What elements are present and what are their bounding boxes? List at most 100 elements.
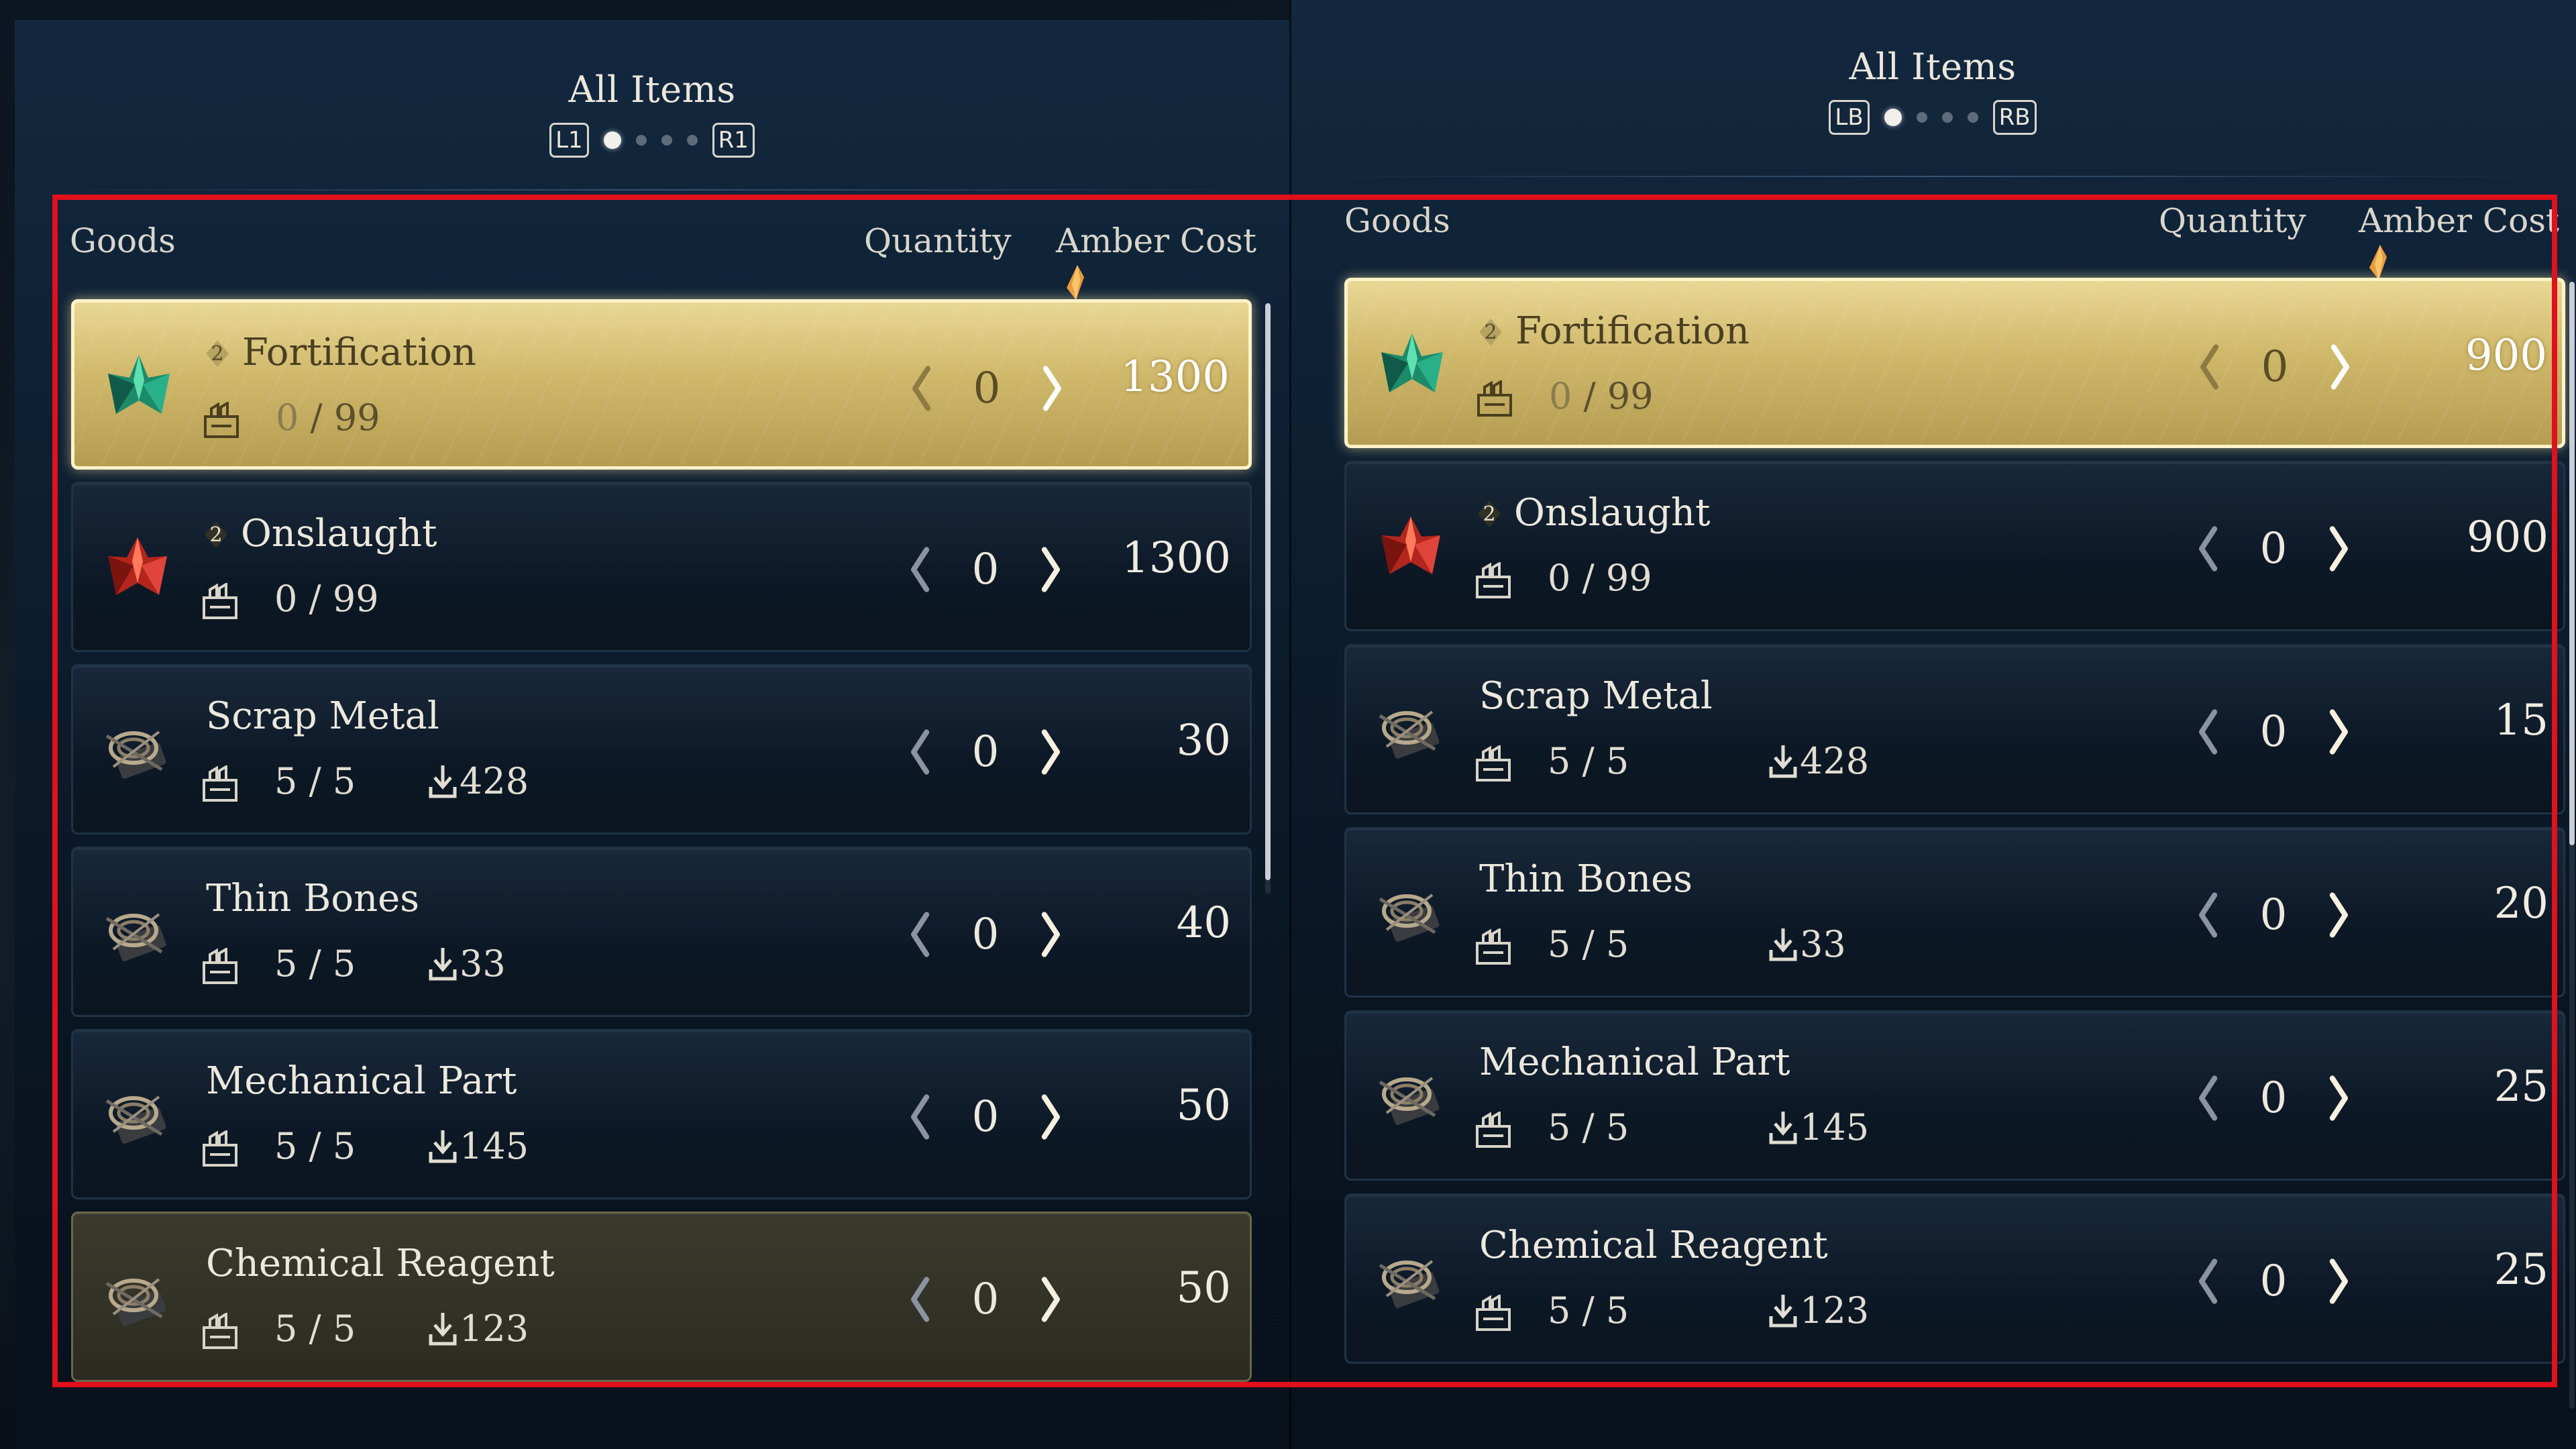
page-dot-active[interactable] <box>603 131 621 149</box>
item-name: Chemical Reagent <box>1479 1224 1828 1267</box>
scene: All Items L1 R1 Goods Quantity Amber Cos… <box>0 0 2576 1449</box>
next-page-button[interactable]: R1 <box>712 123 755 158</box>
amber-cost-value: 30 <box>1176 716 1231 765</box>
stock-max: 5 <box>332 943 356 985</box>
owned-count: 428 <box>429 760 529 802</box>
scrollbar-thumb[interactable] <box>2569 282 2575 845</box>
scrollbar-thumb[interactable] <box>1265 303 1271 880</box>
material-bundle-icon <box>1371 872 1451 953</box>
page-dot[interactable] <box>661 135 672 146</box>
goods-row[interactable]: Scrap Metal 5 / 5 428 0 15 <box>1344 644 2565 814</box>
stock-separator: / <box>1572 375 1607 417</box>
amber-cost-value: 50 <box>1176 1263 1231 1313</box>
increase-quantity-chevron-right-icon[interactable] <box>2320 1068 2354 1128</box>
quantity-stepper: 0 <box>2193 1249 2354 1313</box>
stock-count: 0 / 99 <box>1549 375 1654 417</box>
decrease-quantity-chevron-left-icon[interactable] <box>905 539 938 600</box>
stock-separator: / <box>1570 923 1606 965</box>
decrease-quantity-chevron-left-icon[interactable] <box>905 1087 938 1147</box>
goods-row[interactable]: Thin Bones 5 / 5 33 0 20 <box>1344 827 2565 998</box>
tier-badge: 2 <box>1477 315 1505 350</box>
decrease-quantity-chevron-left-icon[interactable] <box>905 904 938 965</box>
goods-row[interactable]: 2 Fortification 0 / 99 0 900 <box>1344 278 2565 448</box>
quantity-value: 0 <box>2259 1256 2288 1306</box>
decrease-quantity-chevron-left-icon[interactable] <box>2193 1068 2226 1128</box>
decrease-quantity-chevron-left-icon[interactable] <box>2193 519 2226 579</box>
increase-quantity-chevron-right-icon[interactable] <box>2322 337 2355 397</box>
goods-row[interactable]: 2 Onslaught 0 / 99 0 1300 <box>71 482 1252 652</box>
increase-quantity-chevron-right-icon[interactable] <box>2320 702 2354 762</box>
material-bundle-icon <box>97 1256 178 1337</box>
increase-quantity-chevron-right-icon[interactable] <box>1032 722 1066 782</box>
stock-separator: / <box>299 396 334 439</box>
shop-panel-right: All Items LB RB Goods Quantity Amber Cos… <box>1289 0 2576 1449</box>
goods-row[interactable]: Chemical Reagent 5 / 5 123 0 25 <box>1344 1193 2565 1364</box>
quantity-value: 0 <box>2259 524 2288 574</box>
quantity-column-header: Quantity <box>2159 201 2306 240</box>
page-dot-active[interactable] <box>1884 109 1902 126</box>
quantity-stepper: 0 <box>2193 700 2354 764</box>
material-bundle-icon <box>1371 1238 1451 1319</box>
increase-quantity-chevron-right-icon[interactable] <box>2320 519 2354 579</box>
quantity-value: 0 <box>971 1275 1000 1324</box>
page-dot[interactable] <box>1967 112 1978 123</box>
quantity-stepper: 0 <box>905 537 1066 602</box>
increase-quantity-chevron-right-icon[interactable] <box>1032 904 1066 965</box>
increase-quantity-chevron-right-icon[interactable] <box>2320 1251 2354 1311</box>
decrease-quantity-chevron-left-icon[interactable] <box>906 358 940 419</box>
goods-row[interactable]: Scrap Metal 5 / 5 428 0 30 <box>71 664 1252 835</box>
goods-row[interactable]: 2 Fortification 0 / 99 0 1300 <box>71 299 1252 470</box>
decrease-quantity-chevron-left-icon[interactable] <box>905 1269 938 1330</box>
owned-count: 123 <box>1769 1289 1869 1332</box>
prev-page-button[interactable]: LB <box>1829 100 1870 135</box>
page-dot[interactable] <box>686 135 698 146</box>
stock-current: 5 <box>1548 1289 1571 1332</box>
green-crystal-icon <box>1372 324 1452 405</box>
item-name: Onslaught <box>1514 491 1711 535</box>
increase-quantity-chevron-right-icon[interactable] <box>1032 1087 1066 1147</box>
shop-stock-icon <box>1475 927 1511 966</box>
quantity-value: 0 <box>2261 342 2289 392</box>
tier-level: 2 <box>1483 502 1496 526</box>
item-name: Scrap Metal <box>206 694 439 738</box>
material-bundle-icon <box>97 709 178 790</box>
increase-quantity-chevron-right-icon[interactable] <box>1034 358 1067 419</box>
amber-cost-label: Amber Cost <box>1056 221 1257 260</box>
increase-quantity-chevron-right-icon[interactable] <box>2320 885 2354 945</box>
goods-row[interactable]: Mechanical Part 5 / 5 145 0 50 <box>71 1029 1252 1199</box>
goods-row[interactable]: Chemical Reagent 5 / 5 123 0 50 <box>71 1212 1252 1382</box>
scrollbar[interactable] <box>1265 303 1271 894</box>
decrease-quantity-chevron-left-icon[interactable] <box>2194 337 2228 397</box>
quantity-stepper: 0 <box>2193 1066 2354 1130</box>
increase-quantity-chevron-right-icon[interactable] <box>1032 1269 1066 1330</box>
quantity-column-header: Quantity <box>864 221 1012 260</box>
quantity-value: 0 <box>971 545 1000 594</box>
decrease-quantity-chevron-left-icon[interactable] <box>2193 885 2226 945</box>
goods-row[interactable]: 2 Onslaught 0 / 99 0 900 <box>1344 461 2565 631</box>
page-dot[interactable] <box>1941 112 1953 123</box>
next-page-button[interactable]: RB <box>1992 100 2037 135</box>
amber-cost-value: 1300 <box>1122 533 1231 583</box>
decrease-quantity-chevron-left-icon[interactable] <box>905 722 938 782</box>
goods-row[interactable]: Mechanical Part 5 / 5 145 0 25 <box>1344 1010 2565 1181</box>
quantity-value: 0 <box>2259 1073 2288 1123</box>
page-dot[interactable] <box>635 135 647 146</box>
increase-quantity-chevron-right-icon[interactable] <box>1032 539 1066 600</box>
owned-value: 33 <box>460 943 506 985</box>
inventory-download-icon <box>1769 927 1800 962</box>
prev-page-button[interactable]: L1 <box>549 123 589 158</box>
decrease-quantity-chevron-left-icon[interactable] <box>2193 702 2226 762</box>
scrollbar[interactable] <box>2569 282 2575 1409</box>
stock-count: 0 / 99 <box>274 578 379 620</box>
amber-shard-icon <box>1067 265 1084 300</box>
red-crystal-icon <box>97 527 178 607</box>
page-dot[interactable] <box>1916 112 1927 123</box>
stock-count: 5 / 5 <box>1548 1289 1629 1332</box>
goods-row[interactable]: Thin Bones 5 / 5 33 0 40 <box>71 847 1252 1017</box>
stock-max: 99 <box>333 396 380 439</box>
stock-separator: / <box>1570 557 1606 599</box>
green-crystal-icon <box>99 345 179 426</box>
decrease-quantity-chevron-left-icon[interactable] <box>2193 1251 2226 1311</box>
amber-cost-value: 15 <box>2493 696 2548 745</box>
stock-count: 0 / 99 <box>276 396 380 439</box>
